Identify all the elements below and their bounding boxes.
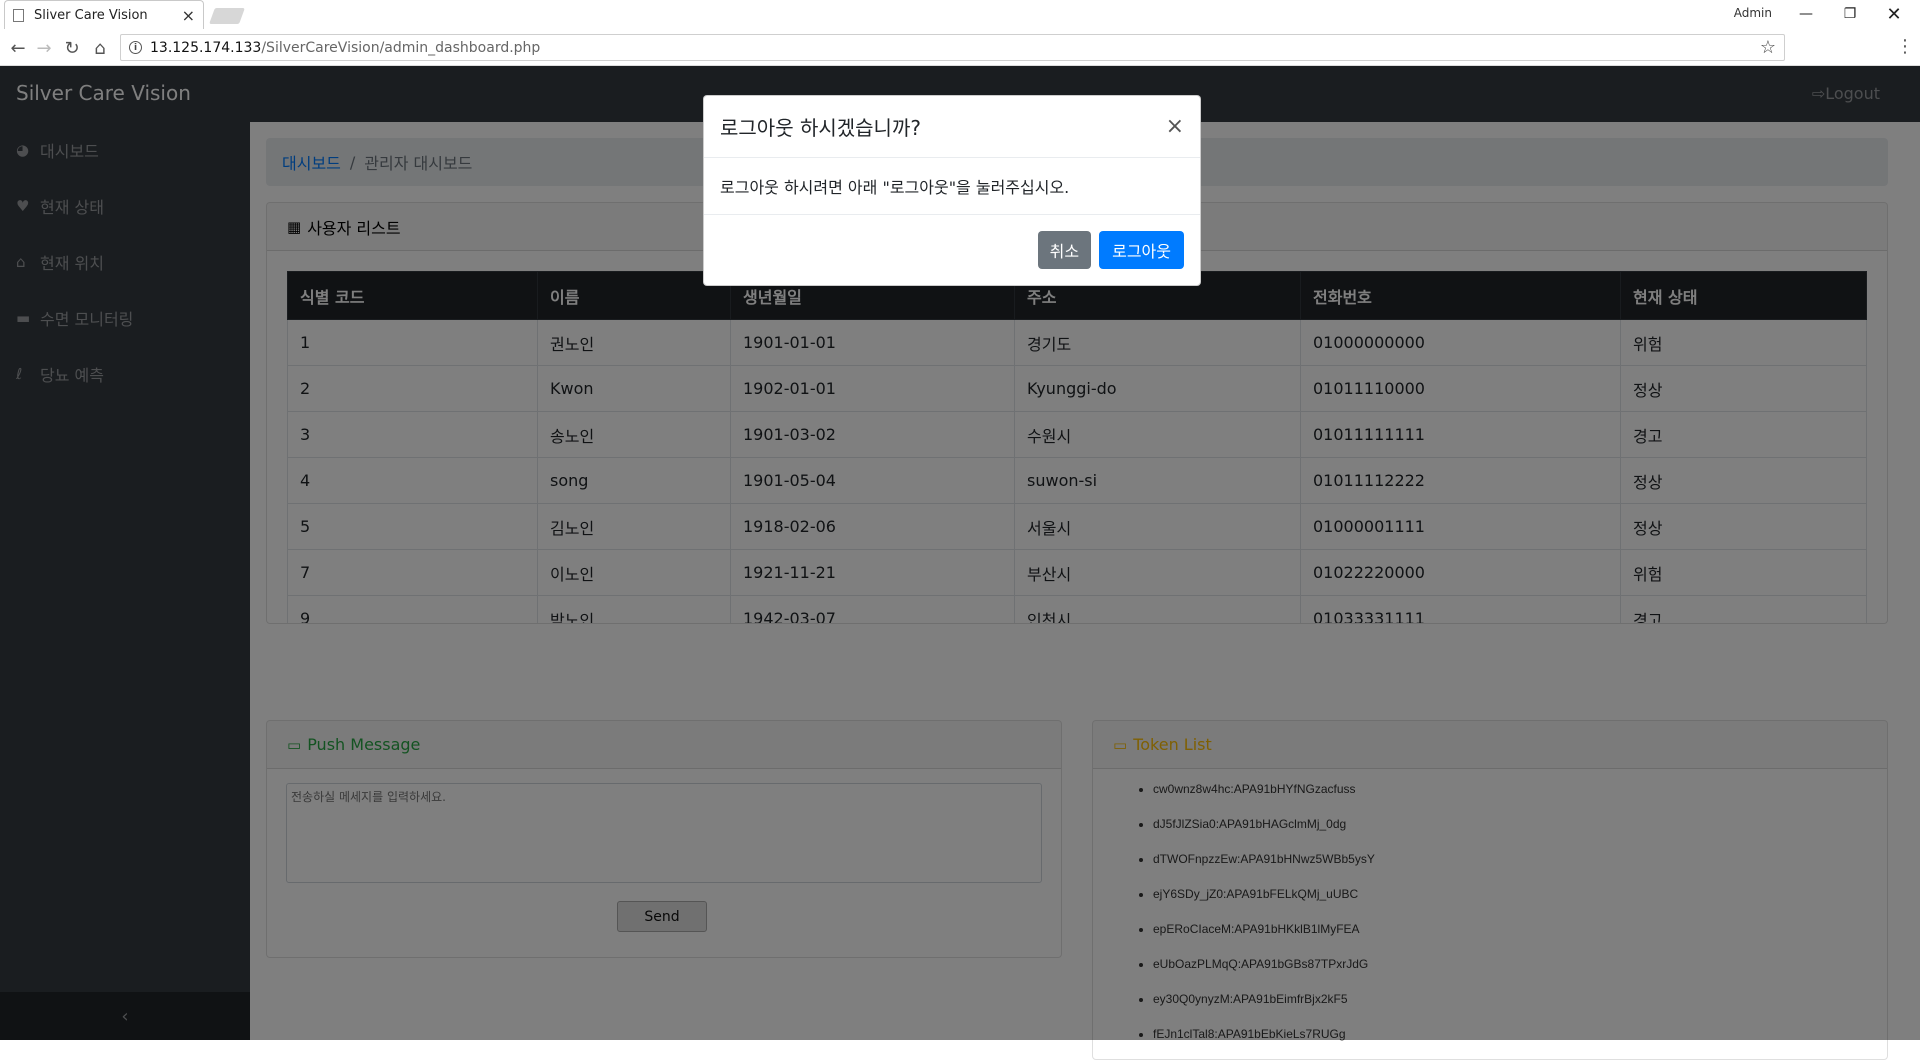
- reload-icon[interactable]: ↻: [60, 36, 84, 60]
- tab-title: Sliver Care Vision: [34, 7, 148, 23]
- new-tab-button[interactable]: [209, 8, 245, 24]
- window-user-label: Admin: [1733, 6, 1772, 20]
- modal-footer: 취소 로그아웃: [704, 215, 1200, 285]
- back-icon[interactable]: ←: [6, 36, 30, 60]
- url-path: /SilverCareVision/admin_dashboard.php: [261, 39, 541, 56]
- address-toolbar: ← → ↻ ⌂ i 13.125.174.133/SilverCareVisio…: [0, 30, 1920, 66]
- url-host: 13.125.174.133: [150, 39, 262, 56]
- logout-modal: 로그아웃 하시겠습니까? × 로그아웃 하시려면 아래 "로그아웃"을 눌러주십…: [703, 95, 1201, 286]
- browser-tab[interactable]: Sliver Care Vision ×: [4, 0, 204, 29]
- cancel-button[interactable]: 취소: [1037, 231, 1092, 269]
- logout-button[interactable]: 로그아웃: [1099, 231, 1184, 269]
- minimize-icon[interactable]: —: [1788, 2, 1824, 26]
- url-field[interactable]: i 13.125.174.133/SilverCareVision/admin_…: [120, 34, 1785, 61]
- tab-close-icon[interactable]: ×: [182, 6, 195, 25]
- modal-body: 로그아웃 하시려면 아래 "로그아웃"을 눌러주십시오.: [704, 158, 1200, 215]
- forward-icon[interactable]: →: [32, 36, 56, 60]
- page-icon: [13, 8, 24, 22]
- info-icon[interactable]: i: [129, 41, 142, 54]
- browser-menu-icon[interactable]: ⋮: [1896, 36, 1914, 57]
- bookmark-star-icon[interactable]: ☆: [1760, 37, 1776, 58]
- restore-icon[interactable]: ❐: [1832, 2, 1868, 26]
- browser-tab-strip: Sliver Care Vision × Admin — ❐ ✕: [0, 0, 1920, 30]
- modal-title: 로그아웃 하시겠습니까?: [720, 116, 921, 140]
- close-icon[interactable]: ×: [1166, 114, 1184, 139]
- modal-header: 로그아웃 하시겠습니까? ×: [704, 96, 1200, 158]
- window-close-icon[interactable]: ✕: [1876, 2, 1912, 26]
- home-icon[interactable]: ⌂: [88, 36, 112, 60]
